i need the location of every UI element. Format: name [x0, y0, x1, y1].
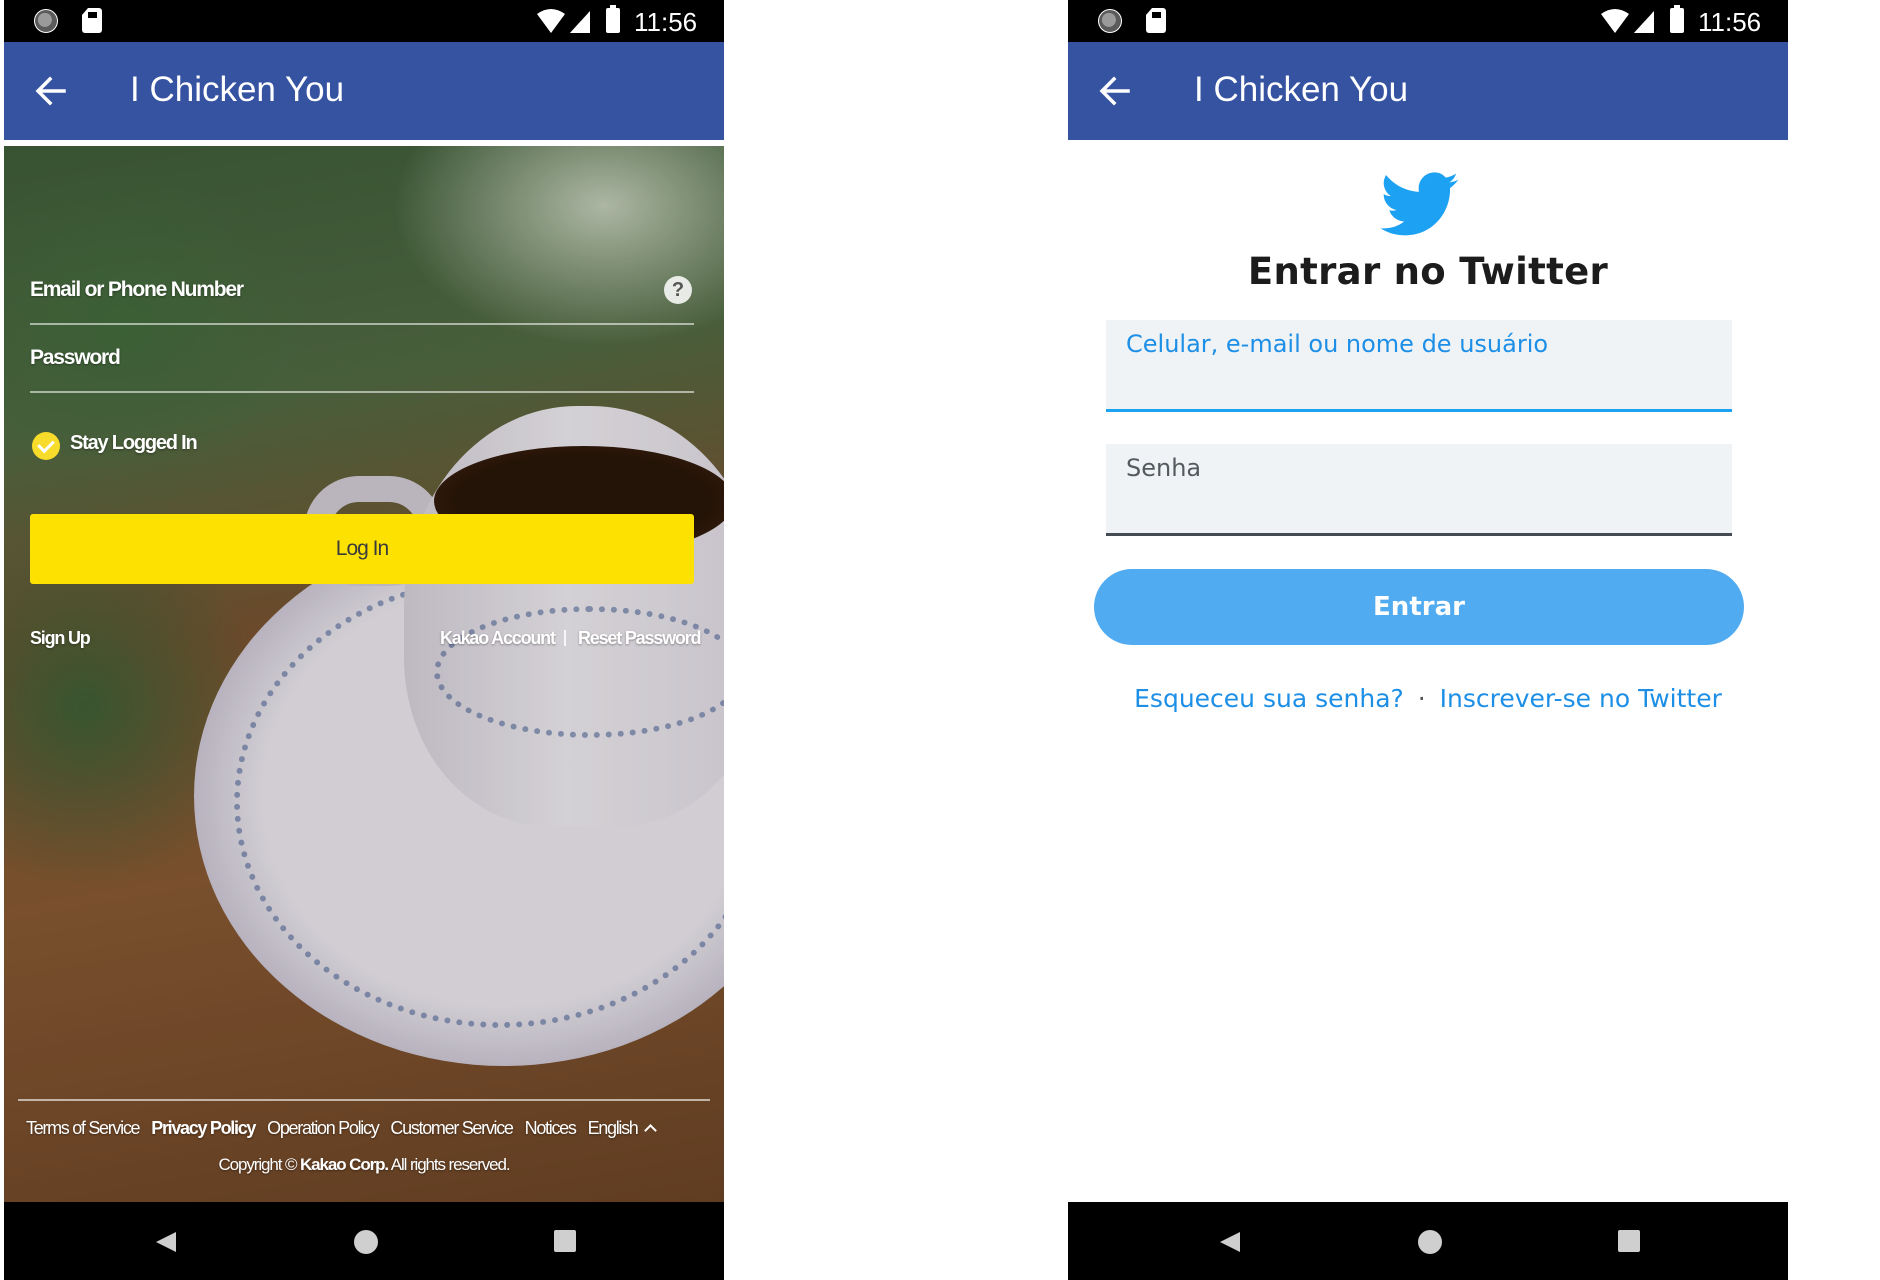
sd-card-icon: [1146, 8, 1166, 33]
signup-link[interactable]: Inscrever-se no Twitter: [1440, 684, 1722, 713]
battery-icon: [606, 5, 620, 33]
link-separator: ·: [1417, 684, 1426, 713]
copyright-text: Copyright © Kakao Corp. All rights reser…: [4, 1155, 724, 1175]
password-field-label: Senha: [1126, 454, 1202, 482]
username-field[interactable]: Celular, e-mail ou nome de usuário: [1106, 320, 1732, 412]
privacy-policy-link[interactable]: Privacy Policy: [151, 1118, 256, 1139]
footer-divider: [18, 1099, 710, 1101]
chevron-up-icon[interactable]: [643, 1124, 657, 1137]
app-bar: I Chicken You: [4, 42, 724, 140]
nav-back-icon[interactable]: [154, 1230, 178, 1254]
copyright-prefix: Copyright ©: [218, 1155, 297, 1174]
kakao-login-screen: 11:56 I Chicken You Email or Phone Numbe…: [4, 0, 724, 1280]
navigation-bar: [1068, 1202, 1788, 1280]
status-bar: 11:56: [4, 0, 724, 42]
password-field-label[interactable]: Password: [30, 346, 121, 370]
back-arrow-icon[interactable]: [1098, 74, 1132, 108]
back-arrow-icon[interactable]: [34, 74, 68, 108]
app-title: I Chicken You: [1194, 70, 1409, 109]
reset-password-link[interactable]: Reset Password: [578, 628, 701, 649]
nav-home-icon[interactable]: [1418, 1230, 1442, 1254]
kakao-account-link[interactable]: Kakao Account: [440, 628, 556, 649]
wifi-icon: [1601, 9, 1629, 33]
notification-icon: [1098, 9, 1122, 33]
copyright-company: Kakao Corp.: [300, 1155, 389, 1174]
nav-home-icon[interactable]: [354, 1230, 378, 1254]
status-time: 11:56: [1698, 7, 1762, 37]
email-field-label[interactable]: Email or Phone Number: [30, 278, 244, 302]
footer-links: Terms of Service Privacy Policy Operatio…: [26, 1118, 657, 1139]
nav-recents-icon[interactable]: [1618, 1230, 1640, 1252]
help-icon[interactable]: ?: [664, 276, 692, 304]
username-input[interactable]: [1126, 366, 1710, 402]
notices-link[interactable]: Notices: [525, 1118, 577, 1139]
twitter-login-form: Entrar no Twitter Celular, e-mail ou nom…: [1068, 140, 1788, 1202]
app-bar: I Chicken You: [1068, 42, 1788, 140]
login-heading: Entrar no Twitter: [1247, 250, 1609, 293]
operation-policy-link[interactable]: Operation Policy: [267, 1118, 380, 1139]
customer-service-link[interactable]: Customer Service: [390, 1118, 514, 1139]
app-title: I Chicken You: [130, 70, 345, 109]
login-button[interactable]: Log In: [30, 514, 694, 584]
terms-of-service-link[interactable]: Terms of Service: [26, 1118, 141, 1139]
twitter-bird-icon: [1380, 172, 1459, 236]
language-selector[interactable]: English: [588, 1118, 639, 1139]
password-input[interactable]: [1126, 490, 1710, 526]
status-time: 11:56: [634, 7, 698, 37]
link-divider: [564, 630, 566, 646]
signal-icon: [570, 11, 590, 33]
navigation-bar: [4, 1202, 724, 1280]
sign-up-link[interactable]: Sign Up: [30, 628, 91, 649]
login-submit-button[interactable]: Entrar: [1094, 569, 1744, 645]
signal-icon: [1634, 11, 1654, 33]
nav-back-icon[interactable]: [1218, 1230, 1242, 1254]
username-field-label: Celular, e-mail ou nome de usuário: [1126, 330, 1549, 358]
password-field[interactable]: Senha: [1106, 444, 1732, 536]
password-field-underline: [30, 391, 694, 393]
copyright-suffix: All rights reserved.: [390, 1155, 511, 1174]
email-field-underline: [30, 323, 694, 325]
stay-logged-in-checkbox[interactable]: [32, 432, 60, 460]
wifi-icon: [537, 9, 565, 33]
notification-icon: [34, 9, 58, 33]
status-bar: 11:56: [1068, 0, 1788, 42]
battery-icon: [1670, 5, 1684, 33]
forgot-password-link[interactable]: Esqueceu sua senha?: [1134, 684, 1404, 713]
background-overlay: [4, 146, 724, 1202]
stay-logged-in-label[interactable]: Stay Logged In: [70, 432, 198, 455]
auxiliary-links: Esqueceu sua senha? · Inscrever-se no Tw…: [1068, 684, 1788, 713]
twitter-login-screen: 11:56 I Chicken You Entrar no Twitter Ce…: [1068, 0, 1788, 1280]
nav-recents-icon[interactable]: [554, 1230, 576, 1252]
sd-card-icon: [82, 8, 102, 33]
